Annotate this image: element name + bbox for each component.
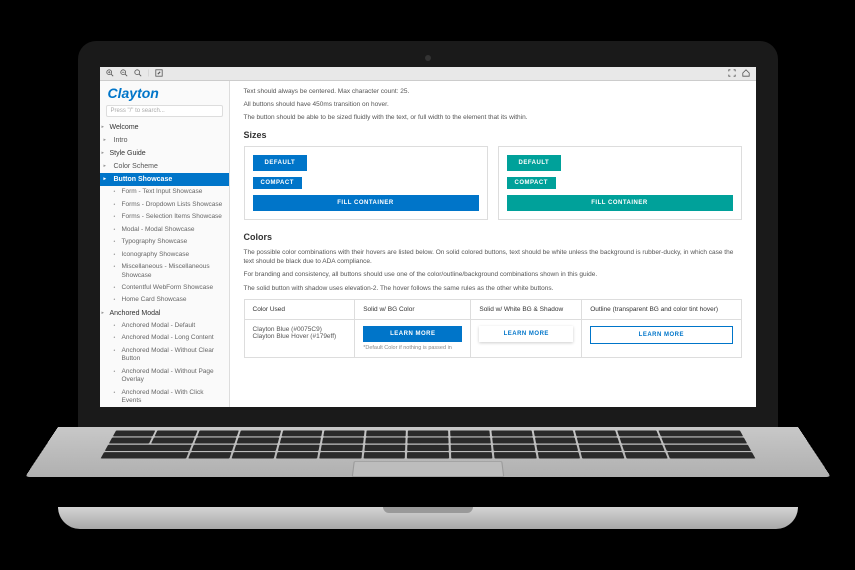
nav-misc[interactable]: Miscellaneous - Miscellaneous Showcase bbox=[100, 261, 229, 282]
nav-welcome[interactable]: Welcome bbox=[100, 121, 229, 134]
intro-text-3: The button should be able to be sized fl… bbox=[244, 113, 742, 122]
sizes-row: DEFAULT COMPACT FILL CONTAINER DEFAULT C… bbox=[244, 146, 742, 220]
zoom-out-icon[interactable] bbox=[120, 69, 128, 79]
colors-text-1: The possible color combinations with the… bbox=[244, 248, 742, 266]
search-input[interactable]: Press "/" to search... bbox=[106, 105, 223, 117]
nav-am-long[interactable]: Anchored Modal - Long Content bbox=[100, 332, 229, 344]
expand-icon[interactable] bbox=[728, 69, 736, 79]
default-button-teal[interactable]: DEFAULT bbox=[507, 155, 562, 171]
nav-am-default[interactable]: Anchored Modal - Default bbox=[100, 320, 229, 332]
trackpad bbox=[351, 461, 503, 477]
toolbar: | bbox=[100, 67, 756, 81]
home-icon[interactable] bbox=[742, 69, 750, 79]
laptop-keyboard bbox=[24, 427, 830, 477]
compact-button-teal[interactable]: COMPACT bbox=[507, 177, 556, 189]
nav-styleguide[interactable]: Style Guide bbox=[100, 147, 229, 160]
nav-color-scheme[interactable]: Color Scheme bbox=[100, 160, 229, 173]
colors-heading: Colors bbox=[244, 232, 742, 242]
zoom-reset-icon[interactable] bbox=[134, 69, 142, 79]
learn-more-solid[interactable]: LEARN MORE bbox=[363, 326, 462, 342]
nav-am-click[interactable]: Anchored Modal - With Click Events bbox=[100, 387, 229, 407]
nav-iconography[interactable]: Iconography Showcase bbox=[100, 249, 229, 261]
sidebar: Clayton Press "/" to search... Welcome I… bbox=[100, 81, 230, 407]
nav-modal[interactable]: Modal - Modal Showcase bbox=[100, 224, 229, 236]
color-cell: Clayton Blue (#0075C9) Clayton Blue Hove… bbox=[244, 319, 355, 357]
default-note: *Default Color if nothing is passed in bbox=[363, 345, 462, 351]
nav-homecard[interactable]: Home Card Showcase bbox=[100, 294, 229, 306]
nav-forms-dropdown[interactable]: Forms - Dropdown Lists Showcase bbox=[100, 199, 229, 211]
intro-text-2: All buttons should have 450ms transition… bbox=[244, 100, 742, 109]
compact-button-blue[interactable]: COMPACT bbox=[253, 177, 302, 189]
nav-am-noclear[interactable]: Anchored Modal - Without Clear Button bbox=[100, 345, 229, 366]
laptop-mockup: | Clayton Press "/" to search... Welcome… bbox=[78, 41, 778, 529]
colors-text-2: For branding and consistency, all button… bbox=[244, 270, 742, 279]
th-outline: Outline (transparent BG and color tint h… bbox=[582, 299, 741, 319]
nav-typography[interactable]: Typography Showcase bbox=[100, 236, 229, 248]
fill-button-blue[interactable]: FILL CONTAINER bbox=[253, 195, 479, 211]
th-solid-bg: Solid w/ BG Color bbox=[355, 299, 471, 319]
nav-form-text[interactable]: Form - Text Input Showcase bbox=[100, 186, 229, 198]
th-color-used: Color Used bbox=[244, 299, 355, 319]
blue-button-box: DEFAULT COMPACT FILL CONTAINER bbox=[244, 146, 488, 220]
intro-text-1: Text should always be centered. Max char… bbox=[244, 87, 742, 96]
colors-table: Color Used Solid w/ BG Color Solid w/ Wh… bbox=[244, 299, 742, 358]
nav-contentful[interactable]: Contentful WebForm Showcase bbox=[100, 282, 229, 294]
teal-button-box: DEFAULT COMPACT FILL CONTAINER bbox=[498, 146, 742, 220]
nav-am-nooverlay[interactable]: Anchored Modal - Without Page Overlay bbox=[100, 366, 229, 387]
nav-anchored[interactable]: Anchored Modal bbox=[100, 307, 229, 320]
laptop-base bbox=[58, 507, 798, 529]
main-content: Text should always be centered. Max char… bbox=[230, 81, 756, 407]
table-row: Clayton Blue (#0075C9) Clayton Blue Hove… bbox=[244, 319, 741, 357]
screen-bezel: | Clayton Press "/" to search... Welcome… bbox=[78, 41, 778, 429]
logo: Clayton bbox=[100, 81, 229, 103]
learn-more-shadow[interactable]: LEARN MORE bbox=[479, 326, 573, 342]
camera-icon bbox=[425, 55, 431, 61]
learn-more-outline[interactable]: LEARN MORE bbox=[590, 326, 732, 344]
app-window: | Clayton Press "/" to search... Welcome… bbox=[100, 67, 756, 407]
nav-tree: Welcome Intro Style Guide Color Scheme B… bbox=[100, 121, 229, 407]
nav-button-showcase[interactable]: Button Showcase bbox=[100, 173, 229, 186]
sizes-heading: Sizes bbox=[244, 130, 742, 140]
default-button-blue[interactable]: DEFAULT bbox=[253, 155, 308, 171]
zoom-in-icon[interactable] bbox=[106, 69, 114, 79]
nav-intro[interactable]: Intro bbox=[100, 134, 229, 147]
nav-forms-selection[interactable]: Forms - Selection Items Showcase bbox=[100, 211, 229, 223]
th-solid-shadow: Solid w/ White BG & Shadow bbox=[471, 299, 582, 319]
edit-icon[interactable] bbox=[155, 69, 163, 79]
fill-button-teal[interactable]: FILL CONTAINER bbox=[507, 195, 733, 211]
colors-text-3: The solid button with shadow uses elevat… bbox=[244, 284, 742, 293]
